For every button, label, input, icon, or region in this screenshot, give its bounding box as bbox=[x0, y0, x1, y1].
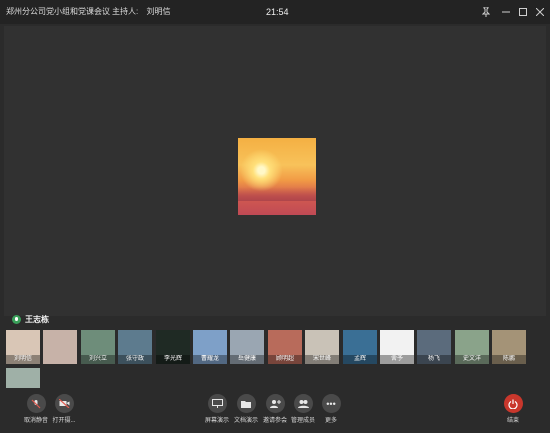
participant-name: 张守政 bbox=[118, 355, 152, 364]
meeting-title: 郑州分公司党小组和党课会议 bbox=[6, 7, 110, 16]
microphone-muted-icon bbox=[26, 394, 46, 413]
minimize-icon[interactable] bbox=[497, 0, 515, 24]
power-icon bbox=[503, 394, 523, 413]
add-person-icon bbox=[265, 394, 285, 413]
participant-tile[interactable]: 刘兴立 bbox=[81, 330, 115, 364]
participant-name: 岳健康 bbox=[230, 355, 264, 364]
participant-tile[interactable]: 曹耀龙 bbox=[193, 330, 227, 364]
speaker-avatar bbox=[238, 138, 316, 215]
folder-icon bbox=[236, 394, 256, 413]
host-name: 刘明信 bbox=[146, 7, 171, 16]
participant-name: 顾明超 bbox=[268, 355, 302, 364]
participant-name: 刘兴立 bbox=[81, 355, 115, 364]
participant-tile[interactable]: 刘明信 bbox=[6, 330, 40, 364]
participant-tile[interactable]: 李光辉 bbox=[156, 330, 190, 364]
participant-name: 宋世峰 bbox=[305, 355, 339, 364]
participant-tile[interactable]: 陈鹏 bbox=[492, 330, 526, 364]
participant-tile[interactable]: 孟辉 bbox=[343, 330, 377, 364]
participant-tile[interactable]: 杨飞 bbox=[417, 330, 451, 364]
close-icon[interactable] bbox=[531, 0, 549, 24]
participant-name: 李光辉 bbox=[156, 355, 190, 364]
more-label: 更多 bbox=[324, 418, 337, 424]
end-meeting-button[interactable]: 结束 bbox=[493, 392, 533, 424]
maximize-icon[interactable] bbox=[514, 0, 532, 24]
main-video-stage bbox=[4, 26, 546, 316]
pin-icon[interactable] bbox=[477, 0, 495, 24]
host-label: 主持人: bbox=[112, 7, 139, 16]
microphone-icon bbox=[12, 314, 21, 324]
control-bar: 取消静音 打开摄... 屏幕演示 文档演示 邀请参会 管理成员 ••• 更多 结… bbox=[0, 392, 550, 433]
participant-name: 陈鹏 bbox=[492, 355, 526, 364]
camera-button[interactable]: 打开摄... bbox=[44, 392, 84, 424]
participant-tile[interactable] bbox=[43, 330, 77, 364]
participant-name: 史文洋 bbox=[455, 355, 489, 364]
title-bar: 郑州分公司党小组和党课会议 主持人: 刘明信 21:54 bbox=[0, 0, 550, 24]
more-button[interactable]: ••• 更多 bbox=[311, 392, 351, 424]
active-speaker-name: 王志栋 bbox=[25, 314, 49, 324]
more-icon: ••• bbox=[321, 394, 341, 413]
active-speaker: 王志栋 bbox=[12, 313, 49, 325]
participant-tile[interactable]: 舍予 bbox=[380, 330, 414, 364]
camera-label: 打开摄... bbox=[52, 418, 76, 424]
end-meeting-label: 结束 bbox=[506, 418, 519, 424]
participant-tile[interactable] bbox=[6, 368, 40, 388]
host-info: 主持人: 刘明信 bbox=[112, 0, 170, 24]
participant-tile[interactable]: 顾明超 bbox=[268, 330, 302, 364]
participant-strip: 刘明信 刘兴立 张守政 李光辉 曹耀龙 岳健康 顾明超 宋世峰 孟辉 舍予 杨飞 史文洋 陈鹏 bbox=[6, 330, 546, 390]
participant-name: 曹耀龙 bbox=[193, 355, 227, 364]
participant-tile[interactable]: 史文洋 bbox=[455, 330, 489, 364]
participant-tile[interactable]: 宋世峰 bbox=[305, 330, 339, 364]
participant-name: 刘明信 bbox=[6, 355, 40, 364]
camera-off-icon bbox=[54, 394, 74, 413]
participant-tile[interactable]: 张守政 bbox=[118, 330, 152, 364]
participant-name: 舍予 bbox=[380, 355, 414, 364]
participant-name: 孟辉 bbox=[343, 355, 377, 364]
screen-icon bbox=[207, 394, 227, 413]
participant-tile[interactable]: 岳健康 bbox=[230, 330, 264, 364]
participant-name: 杨飞 bbox=[417, 355, 451, 364]
members-icon bbox=[293, 394, 313, 413]
meeting-clock: 21:54 bbox=[266, 7, 289, 17]
